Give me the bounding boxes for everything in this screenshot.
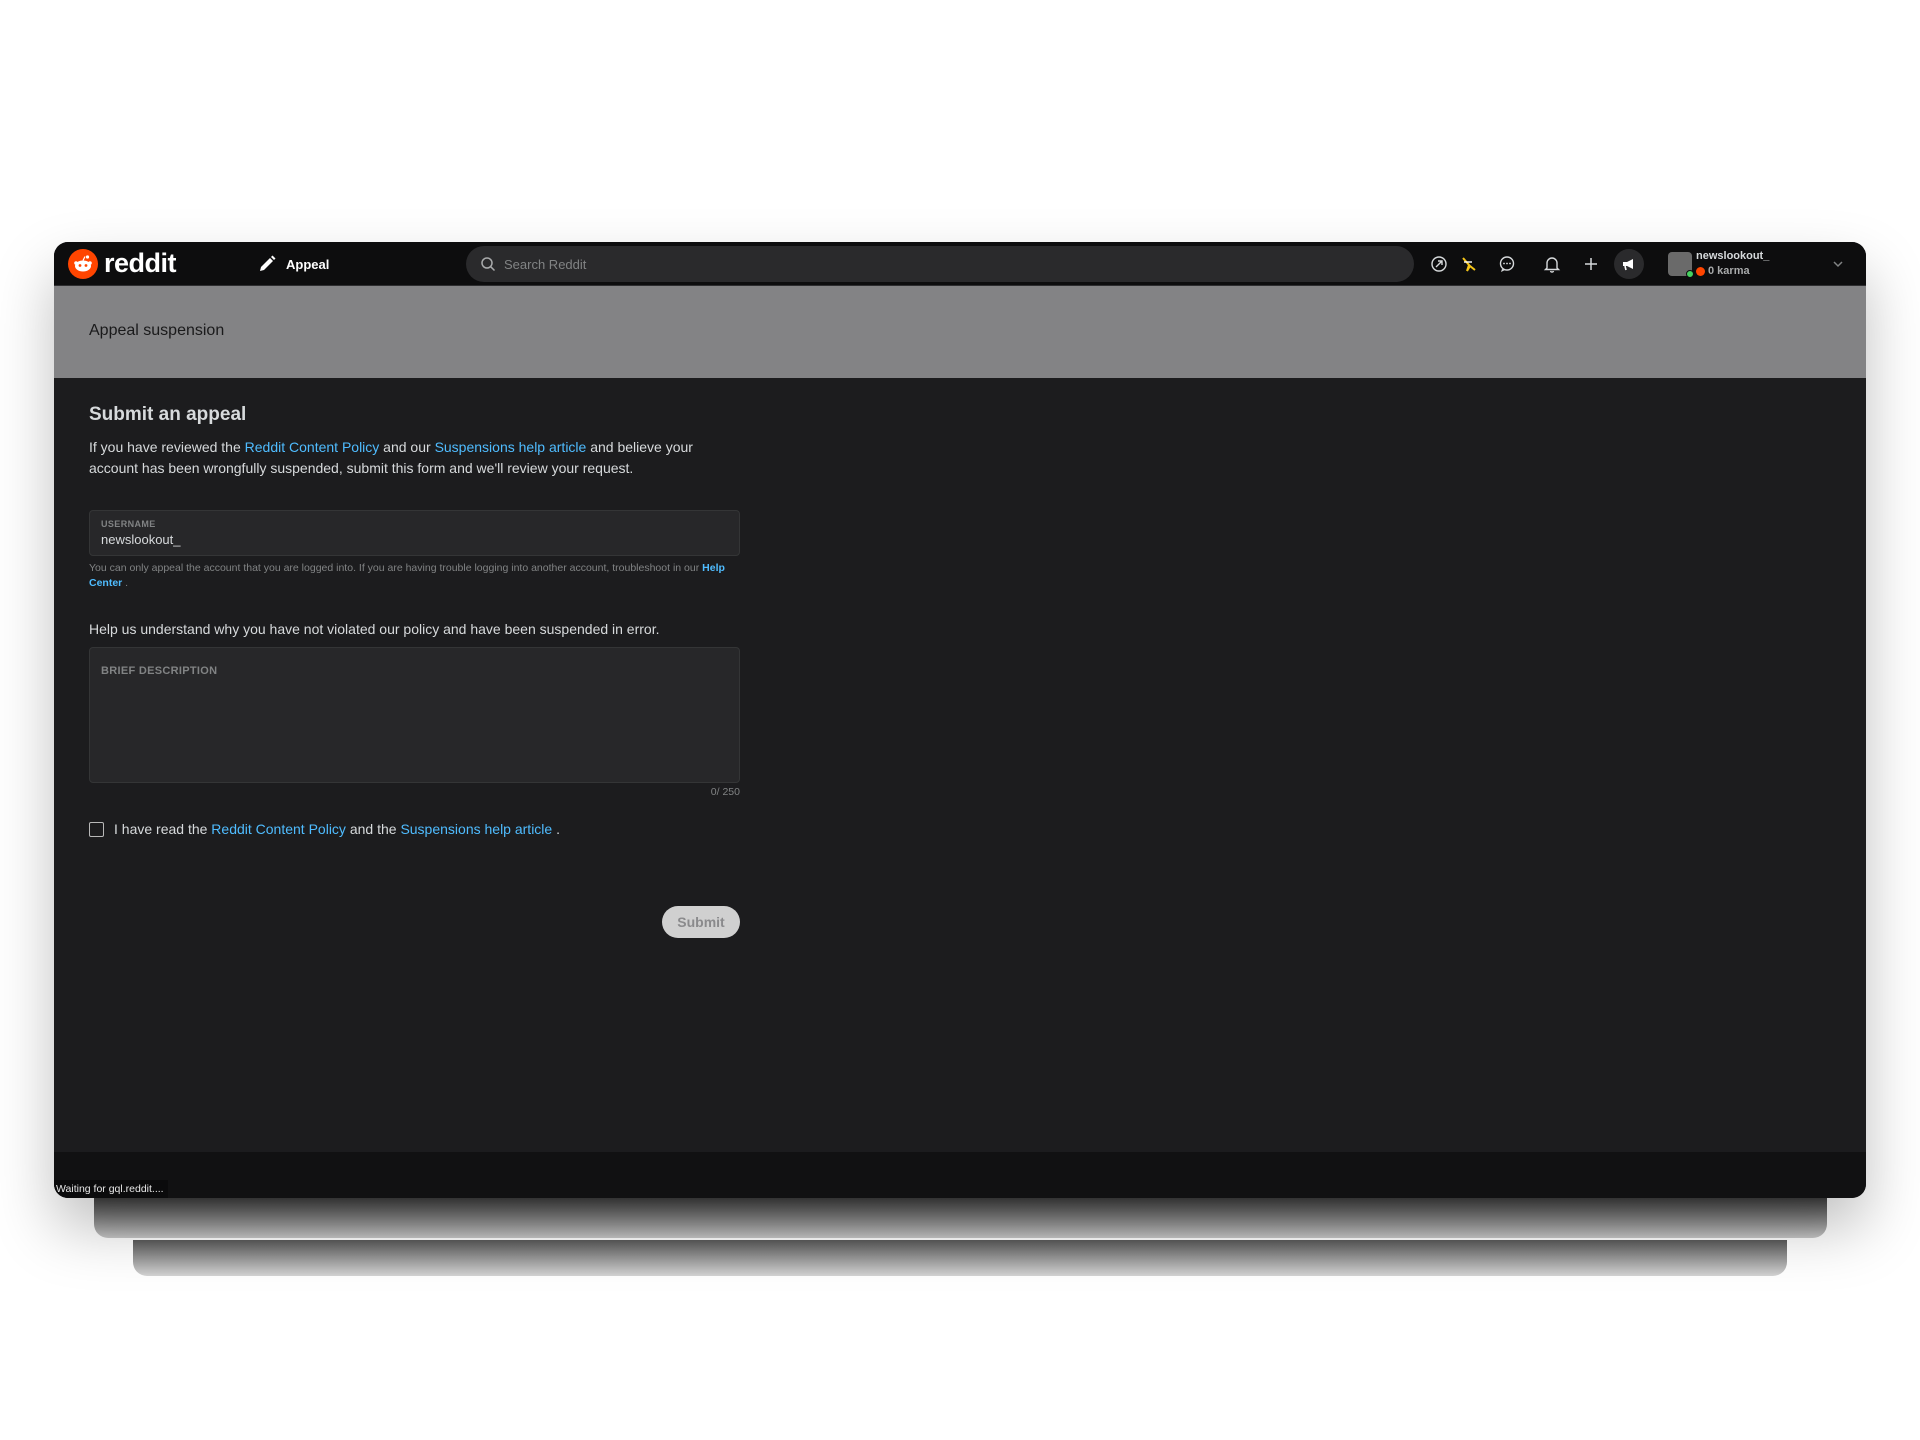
description-prompt: Help us understand why you have not viol… [89,621,660,637]
search-bar[interactable] [466,246,1414,282]
content-policy-link[interactable]: Reddit Content Policy [211,821,346,837]
notification-bell-icon[interactable] [1537,249,1567,279]
top-navigation-bar: reddit Appeal Search Reddit newslookout_… [54,242,1866,286]
plus-icon[interactable] [1576,249,1606,279]
description-label: BRIEF DESCRIPTION [101,665,218,677]
character-counter: 0/ 250 [710,786,740,798]
stacked-window-shadow-middle [94,1196,1827,1238]
chevron-down-icon [1833,261,1843,268]
agreement-row: I have read the Reddit Content Policy an… [89,821,740,837]
hint-text: . [122,577,129,589]
username-label: newslookout_ [1696,250,1770,262]
agreement-text-part: I have read the [114,821,212,837]
suspensions-help-link[interactable]: Suspensions help article [400,821,552,837]
footer-strip [54,1152,1866,1198]
form-intro: If you have reviewed the Reddit Content … [89,437,740,479]
current-page-label: Appeal [286,256,330,272]
intro-text: If you have reviewed the [89,439,245,455]
reddit-logo[interactable]: reddit [68,248,177,279]
stacked-window-shadow-back [133,1240,1787,1276]
appeal-form: Submit an appeal If you have reviewed th… [89,404,740,837]
avatar [1668,252,1694,278]
content-policy-link[interactable]: Reddit Content Policy [245,439,380,455]
page-title: Appeal suspension [89,322,225,339]
agreement-text: I have read the Reddit Content Policy an… [114,821,560,837]
chat-icon[interactable] [1492,249,1522,279]
reddit-logo-icon [68,248,98,279]
browser-status-bar: Waiting for gql.reddit.... [54,1180,168,1198]
karma-label: 0 karma [1696,264,1769,279]
hint-text: You can only appeal the account that you… [89,562,703,574]
intro-text: and our [379,439,435,455]
page-banner: Appeal suspension [54,286,1866,378]
award-icon[interactable] [1454,249,1484,279]
username-field[interactable]: USERNAME newslookout_ [89,510,740,556]
page-switcher-dropdown[interactable]: Appeal [204,248,494,280]
pencil-icon [260,255,276,271]
search-icon [481,257,496,272]
username-hint: You can only appeal the account that you… [89,561,740,591]
browser-window: reddit Appeal Search Reddit newslookout_… [54,242,1866,1198]
search-input[interactable] [504,256,1384,272]
advertise-megaphone-icon[interactable] [1614,249,1644,279]
karma-count: 0 karma [1708,265,1750,277]
popular-icon[interactable] [1424,249,1454,279]
agreement-text-part: . [552,821,560,837]
username-field-label: USERNAME [101,519,156,529]
form-heading: Submit an appeal [89,404,247,425]
username-field-value: newslookout_ [101,532,181,547]
agreement-text-part: and the [345,821,401,837]
suspensions-help-link[interactable]: Suspensions help article [435,439,587,455]
online-status-dot [1686,270,1694,278]
user-menu[interactable]: newslookout_ 0 karma [1658,246,1858,282]
submit-button[interactable]: Submit [662,906,740,938]
description-textarea[interactable]: BRIEF DESCRIPTION [89,647,740,783]
reddit-wordmark: reddit [104,248,177,278]
karma-icon [1696,267,1705,276]
agreement-checkbox[interactable] [89,821,104,837]
